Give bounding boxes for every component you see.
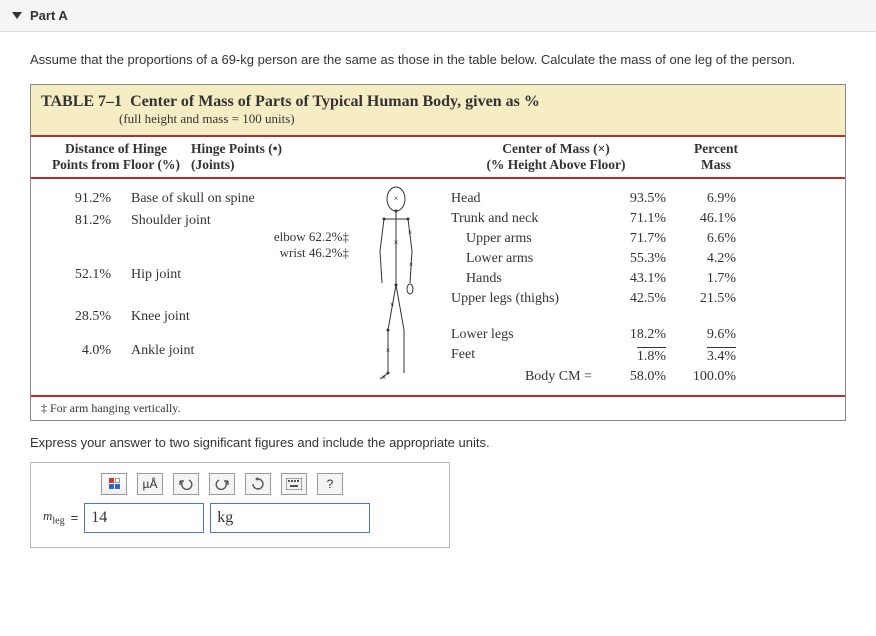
answer-toolbar: µÅ ? <box>101 473 437 495</box>
table-row: Hands43.1%1.7% <box>441 271 835 287</box>
svg-text:×: × <box>394 238 399 247</box>
table-row: 52.1% Hip joint <box>41 267 351 283</box>
table-row: 4.0% Ankle joint <box>41 343 351 359</box>
hdr-hinge-pts-1: Hinge Points (•) <box>191 141 282 156</box>
table-total-row: Body CM = 58.0% 100.0% <box>441 369 835 385</box>
hinge-pct: 91.2% <box>41 191 131 207</box>
hdr-hinge-dist-2: Points from Floor (%) <box>52 157 180 172</box>
hdr-com-1: Center of Mass (×) <box>502 141 610 156</box>
answer-input-row: mleg = 14 kg <box>43 503 437 533</box>
template-button[interactable] <box>101 473 127 495</box>
table-footnote: ‡ For arm hanging vertically. <box>31 395 845 420</box>
table-row: 91.2% Base of skull on spine <box>41 191 351 207</box>
com-column: Head93.5%6.9% Trunk and neck71.1%46.1% U… <box>441 185 835 389</box>
svg-text:×: × <box>408 228 413 237</box>
help-button[interactable]: ? <box>317 473 343 495</box>
table-row: Feet1.8%3.4% <box>441 347 835 365</box>
elbow-annotation: elbow 62.2%‡ <box>131 229 351 245</box>
hinge-pct: 4.0% <box>41 343 131 359</box>
human-body-icon: × × × × × × × <box>366 185 426 385</box>
units-button[interactable]: µÅ <box>137 473 163 495</box>
hdr-pm-1: Percent <box>694 141 738 156</box>
section-header[interactable]: Part A <box>0 0 876 32</box>
section-title: Part A <box>30 8 68 23</box>
hdr-com-2: (% Height Above Floor) <box>486 157 625 172</box>
hinge-column: 91.2% Base of skull on spine 81.2% Shoul… <box>41 185 351 389</box>
answer-box: µÅ ? mleg = 14 kg <box>30 462 450 548</box>
value-input[interactable]: 14 <box>84 503 204 533</box>
svg-text:×: × <box>386 346 391 355</box>
equals-sign: = <box>71 510 79 525</box>
total-pct: 58.0% <box>596 369 666 385</box>
hdr-hinge-pts-2: (Joints) <box>191 157 235 172</box>
collapse-caret-icon <box>12 12 22 19</box>
body-figure: × × × × × × × <box>351 185 441 389</box>
reset-button[interactable] <box>245 473 271 495</box>
table-row: 28.5% Knee joint <box>41 309 351 325</box>
total-label: Body CM = <box>441 369 596 385</box>
svg-text:×: × <box>382 373 387 382</box>
table-subtitle: (full height and mass = 100 units) <box>119 111 295 126</box>
answer-instruction: Express your answer to two significant f… <box>30 435 846 450</box>
svg-text:×: × <box>409 260 414 269</box>
reset-icon <box>251 477 265 491</box>
table-row: Head93.5%6.9% <box>441 191 835 207</box>
redo-icon <box>215 478 229 490</box>
table-row: Lower arms55.3%4.2% <box>441 251 835 267</box>
wrist-annotation: wrist 46.2%‡ <box>131 245 351 261</box>
hdr-pm-2: Mass <box>701 157 731 172</box>
answer-variable: mleg <box>43 508 65 527</box>
table-row: Trunk and neck71.1%46.1% <box>441 211 835 227</box>
content-area: Assume that the proportions of a 69-kg p… <box>0 32 876 566</box>
hinge-name: Ankle joint <box>131 343 351 359</box>
hinge-name: Knee joint <box>131 309 351 325</box>
table-body: 91.2% Base of skull on spine 81.2% Shoul… <box>31 179 845 395</box>
hdr-hinge-dist-1: Distance of Hinge <box>65 141 167 156</box>
redo-button[interactable] <box>209 473 235 495</box>
undo-icon <box>179 478 193 490</box>
svg-text:×: × <box>390 300 395 309</box>
data-table: TABLE 7–1 Center of Mass of Parts of Typ… <box>30 84 846 421</box>
svg-text:×: × <box>394 194 399 203</box>
hinge-name: Shoulder joint elbow 62.2%‡ wrist 46.2%‡ <box>131 213 351 261</box>
keyboard-icon <box>286 478 302 490</box>
table-title: Center of Mass of Parts of Typical Human… <box>130 93 540 110</box>
keyboard-button[interactable] <box>281 473 307 495</box>
table-row: 81.2% Shoulder joint elbow 62.2%‡ wrist … <box>41 213 351 261</box>
table-row: Upper arms71.7%6.6% <box>441 231 835 247</box>
question-prompt: Assume that the proportions of a 69-kg p… <box>30 50 846 70</box>
table-number: TABLE 7–1 <box>41 93 122 110</box>
hinge-name: Hip joint <box>131 267 351 283</box>
hinge-pct: 81.2% <box>41 213 131 261</box>
hinge-name: Base of skull on spine <box>131 191 351 207</box>
total-pm: 100.0% <box>666 369 746 385</box>
table-row: Lower legs18.2%9.6% <box>441 327 835 343</box>
hinge-pct: 28.5% <box>41 309 131 325</box>
table-row: Upper legs (thighs)42.5%21.5% <box>441 291 835 307</box>
table-column-headers: Distance of Hinge Points from Floor (%) … <box>31 137 845 179</box>
undo-button[interactable] <box>173 473 199 495</box>
hinge-pct: 52.1% <box>41 267 131 283</box>
table-caption: TABLE 7–1 Center of Mass of Parts of Typ… <box>31 85 845 137</box>
unit-input[interactable]: kg <box>210 503 370 533</box>
